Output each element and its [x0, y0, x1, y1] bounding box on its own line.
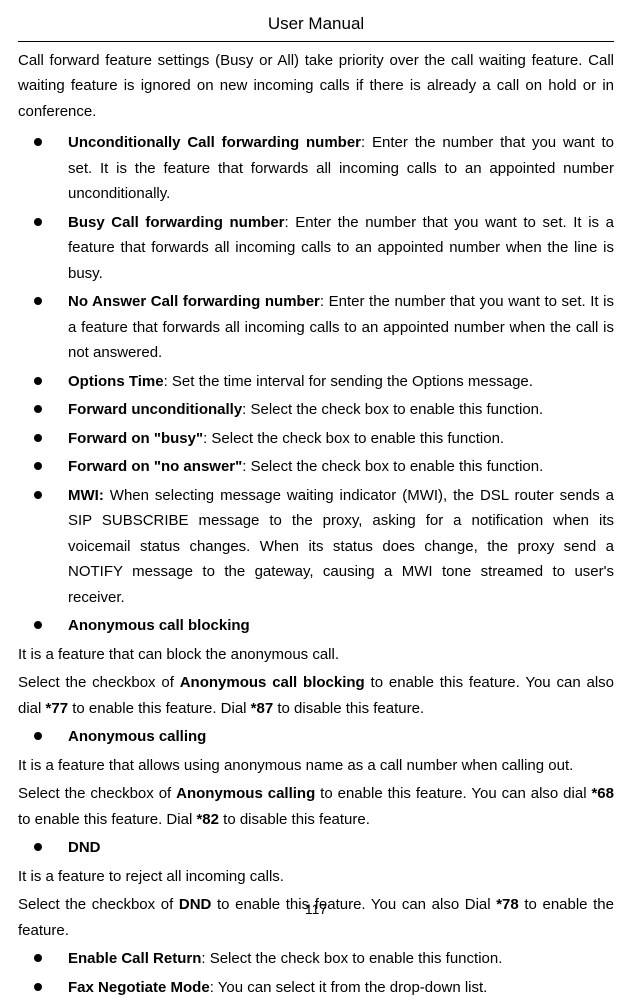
bullet-content: MWI: When selecting message waiting indi…: [68, 483, 614, 611]
bullet-item: DND: [18, 835, 614, 861]
bullet-icon: [34, 377, 42, 385]
bullet-content: Anonymous calling: [68, 724, 614, 750]
bullet-icon: [34, 297, 42, 305]
bullet-icon: [34, 138, 42, 146]
bullet-icon: [34, 462, 42, 470]
page-number: 117: [0, 898, 632, 922]
bullet-item: Options Time: Set the time interval for …: [18, 369, 614, 395]
bullet-item: Anonymous call blocking: [18, 613, 614, 639]
bullet-content: Unconditionally Call forwarding number: …: [68, 130, 614, 207]
bullet-content: Anonymous call blocking: [68, 613, 614, 639]
bullet-item: Busy Call forwarding number: Enter the n…: [18, 210, 614, 287]
bullet-content: DND: [68, 835, 614, 861]
bullet-item: MWI: When selecting message waiting indi…: [18, 483, 614, 611]
bullet-content: Forward on "no answer": Select the check…: [68, 454, 614, 480]
section-text: Select the checkbox of Anonymous call bl…: [18, 670, 614, 721]
bullet-item: Forward on "no answer": Select the check…: [18, 454, 614, 480]
section-text: It is a feature that allows using anonym…: [18, 753, 614, 779]
section-text: It is a feature to reject all incoming c…: [18, 864, 614, 890]
bullet-item: Unconditionally Call forwarding number: …: [18, 130, 614, 207]
bullet-content: Enable Call Return: Select the check box…: [68, 946, 614, 972]
bullet-item: Enable Call Return: Select the check box…: [18, 946, 614, 972]
bullet-item: Anonymous calling: [18, 724, 614, 750]
bullet-icon: [34, 983, 42, 991]
bullet-icon: [34, 491, 42, 499]
bullet-content: No Answer Call forwarding number: Enter …: [68, 289, 614, 366]
section-text: It is a feature that can block the anony…: [18, 642, 614, 668]
bullet-content: Fax Negotiate Mode: You can select it fr…: [68, 975, 614, 1000]
bullet-icon: [34, 218, 42, 226]
bullet-content: Forward unconditionally: Select the chec…: [68, 397, 614, 423]
bullet-icon: [34, 434, 42, 442]
bullet-icon: [34, 843, 42, 851]
bullet-item: Forward unconditionally: Select the chec…: [18, 397, 614, 423]
bullet-icon: [34, 621, 42, 629]
page-header: User Manual: [18, 10, 614, 42]
bullet-icon: [34, 954, 42, 962]
bullet-content: Options Time: Set the time interval for …: [68, 369, 614, 395]
bullet-item: Forward on "busy": Select the check box …: [18, 426, 614, 452]
bullet-content: Busy Call forwarding number: Enter the n…: [68, 210, 614, 287]
bullet-content: Forward on "busy": Select the check box …: [68, 426, 614, 452]
bullet-item: Fax Negotiate Mode: You can select it fr…: [18, 975, 614, 1000]
bullet-icon: [34, 405, 42, 413]
bullet-item: No Answer Call forwarding number: Enter …: [18, 289, 614, 366]
intro-text: Call forward feature settings (Busy or A…: [18, 48, 614, 125]
section-text: Select the checkbox of Anonymous calling…: [18, 781, 614, 832]
bullet-icon: [34, 732, 42, 740]
